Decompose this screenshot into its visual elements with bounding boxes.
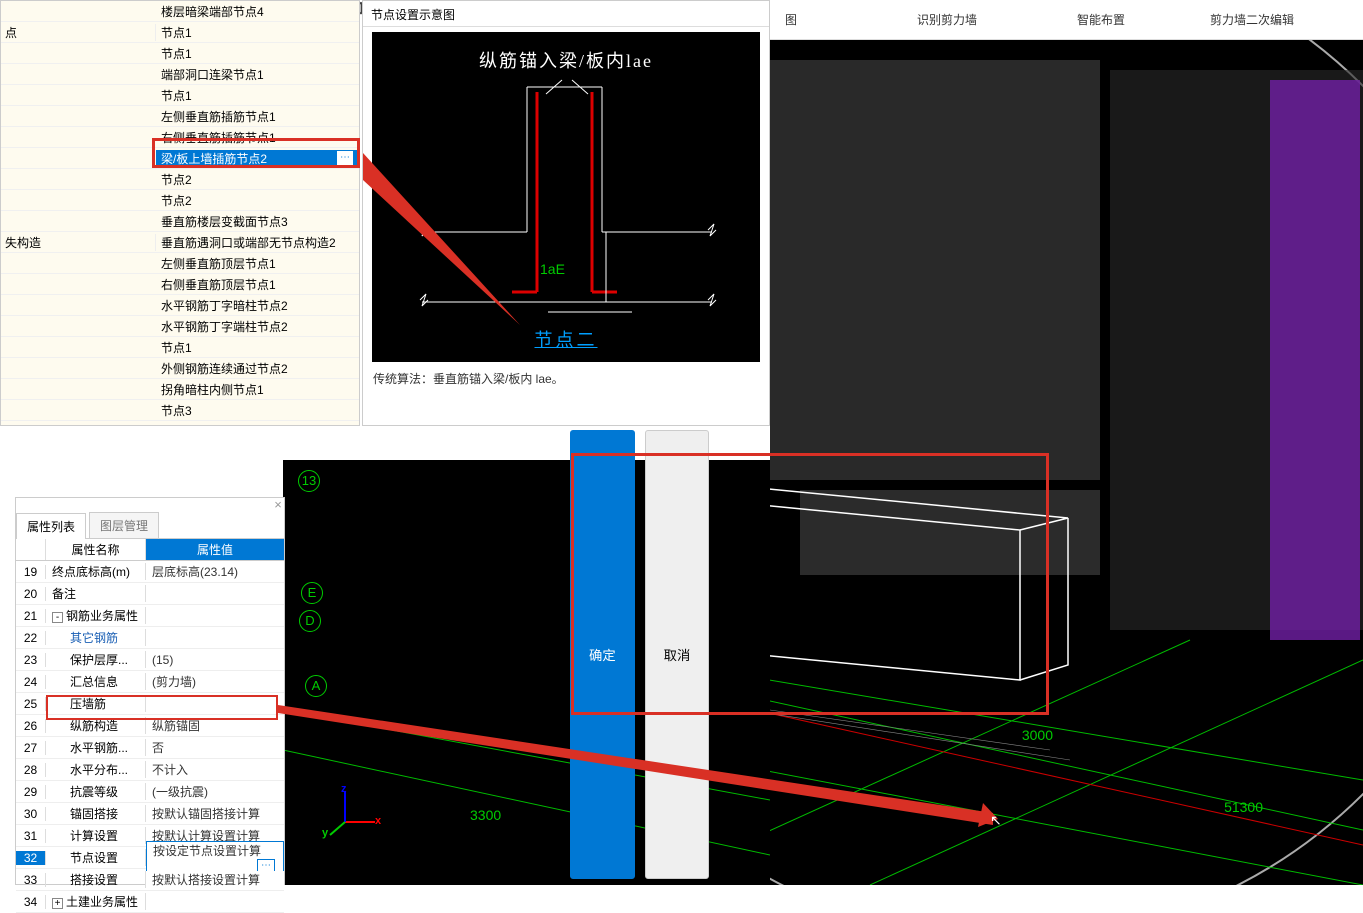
grid-bubble-e: E [301,582,323,604]
collapse-icon[interactable]: - [52,612,63,623]
grid-bubble-d: D [299,610,321,632]
node-row-value[interactable]: 水平钢筋拐角端柱内侧节点1 [156,423,359,427]
node-row-value[interactable]: 梁/板上墙插筋节点2 [156,150,359,167]
property-row[interactable]: 26纵筋构造纵筋锚固 [16,715,284,737]
cancel-button[interactable]: 取消 [645,430,710,879]
node-list: 楼层暗梁端部节点4点节点1节点1端部洞口连梁节点1节点1左侧垂直筋插筋节点1右侧… [0,0,360,426]
properties-panel: × 属性列表 图层管理 属性名称 属性值 19终点底标高(m)层底标高(23.1… [15,497,285,885]
node-row[interactable]: 节点1 [1,337,359,358]
node-row[interactable]: 拐角暗柱内侧节点1 [1,379,359,400]
node-row[interactable]: 梁/板上墙插筋节点2⋯ [1,148,359,169]
grid-bubble-a: A [305,675,327,697]
node-row[interactable]: 左侧垂直筋顶层节点1 [1,253,359,274]
expand-icon[interactable]: + [52,898,63,909]
node-row-value[interactable]: 节点2 [156,171,359,188]
diagram-canvas: 纵筋锚入梁/板内lae 1aE 节点二 [372,32,760,362]
property-row[interactable]: 22其它钢筋 [16,627,284,649]
tab-layers[interactable]: 图层管理 [89,512,159,538]
diagram-panel: 节点设置示意图 纵筋锚入梁/板内lae 1aE [362,0,770,426]
property-row[interactable]: 34+土建业务属性 [16,891,284,913]
node-row-value[interactable]: 节点1 [156,87,359,104]
property-row[interactable]: 24汇总信息(剪力墙) [16,671,284,693]
property-row[interactable]: 32节点设置按设定节点设置计算⋯ [16,847,284,869]
node-row[interactable]: 右侧垂直筋顶层节点1 [1,274,359,295]
property-row[interactable]: 30锚固搭接按默认锚固搭接计算 [16,803,284,825]
node-row[interactable]: 垂直筋楼层变截面节点3 [1,211,359,232]
dim-3300: 3300 [470,807,501,823]
node-row[interactable]: 端部洞口连梁节点1 [1,64,359,85]
property-row[interactable]: 33搭接设置按默认搭接设置计算 [16,869,284,891]
property-row[interactable]: 23保护层厚...(15) [16,649,284,671]
node-row-value[interactable]: 拐角暗柱内侧节点1 [156,381,359,398]
property-row[interactable]: 28水平分布...不计入 [16,759,284,781]
node-row-value[interactable]: 右侧垂直筋插筋节点1 [156,129,359,146]
property-row[interactable]: 27水平钢筋...否 [16,737,284,759]
node-row-value[interactable]: 节点1 [156,339,359,356]
node-row[interactable]: 外侧钢筋连续通过节点2 [1,358,359,379]
node-row-value[interactable]: 垂直筋楼层变截面节点3 [156,213,359,230]
property-row[interactable]: 29抗震等级(一级抗震) [16,781,284,803]
node-row[interactable]: 水平钢筋丁字端柱节点2 [1,316,359,337]
diagram-desc: 传统算法：垂直筋锚入梁/板内 lae。 [363,362,769,395]
node-row[interactable]: 左侧垂直筋插筋节点1 [1,106,359,127]
axis-gizmo: z y x [325,787,380,845]
node-row[interactable]: 节点2 [1,190,359,211]
node-row[interactable]: 水平钢筋丁字暗柱节点2 [1,295,359,316]
node-row-value[interactable]: 节点2 [156,192,359,209]
node-row[interactable]: 点节点1 [1,22,359,43]
node-row[interactable]: 节点3 [1,400,359,421]
node-row-value[interactable]: 端部洞口连梁节点1 [156,66,359,83]
grid-bubble-13: 13 [298,470,320,492]
node-row[interactable]: 节点2 [1,169,359,190]
node-row-value[interactable]: 水平钢筋丁字暗柱节点2 [156,297,359,314]
node-row-value[interactable]: 右侧垂直筋顶层节点1 [156,276,359,293]
confirm-button[interactable]: 确定 [570,430,635,879]
property-row[interactable]: 25压墙筋 [16,693,284,715]
tab-properties[interactable]: 属性列表 [16,513,86,539]
col-header-name: 属性名称 [46,539,146,560]
node-row[interactable]: 右侧垂直筋插筋节点1 [1,127,359,148]
node-row-value[interactable]: 左侧垂直筋插筋节点1 [156,108,359,125]
identify-wall-button[interactable]: 识别剪力墙 [917,11,977,28]
node-row-value[interactable]: 节点3 [156,402,359,419]
node-row-value[interactable]: 垂直筋遇洞口或端部无节点构造2 [156,234,359,251]
secondary-edit-button[interactable]: 剪力墙二次编辑 [1210,11,1294,28]
tu-button[interactable]: 图 [785,11,797,28]
more-button[interactable]: ⋯ [336,150,354,166]
node-row[interactable]: 节点1 [1,85,359,106]
node-row[interactable]: 节点1 [1,43,359,64]
node-row-value[interactable]: 节点1 [156,24,359,41]
col-header-val[interactable]: 属性值 [146,539,284,560]
node-row[interactable]: 失构造垂直筋遇洞口或端部无节点构造2 [1,232,359,253]
property-row[interactable]: 20备注 [16,583,284,605]
node-row-value[interactable]: 左侧垂直筋顶层节点1 [156,255,359,272]
node-row-value[interactable]: 节点1 [156,45,359,62]
node-row[interactable]: 水平钢筋拐角端柱内侧节点1 [1,421,359,426]
node-row[interactable]: 楼层暗梁端部节点4 [1,1,359,22]
top-toolbar: 🔲 设置拱墙 图 识别剪力墙 智能布置 剪力墙二次编辑 [770,0,1363,40]
property-row[interactable]: 19终点底标高(m)层底标高(23.14) [16,561,284,583]
tab-bar: 属性列表 图层管理 [16,512,284,539]
close-icon[interactable]: × [271,497,285,511]
node-row-value[interactable]: 楼层暗梁端部节点4 [156,3,359,20]
diagram-link[interactable]: 节点二 [372,326,760,352]
diagram-label-1ae: 1aE [540,261,565,277]
node-row-value[interactable]: 外侧钢筋连续通过节点2 [156,360,359,377]
smart-layout-button[interactable]: 智能布置 [1077,11,1125,28]
property-row[interactable]: 21-钢筋业务属性 [16,605,284,627]
node-row-value[interactable]: 水平钢筋丁字端柱节点2 [156,318,359,335]
diagram-title: 节点设置示意图 [363,1,769,27]
